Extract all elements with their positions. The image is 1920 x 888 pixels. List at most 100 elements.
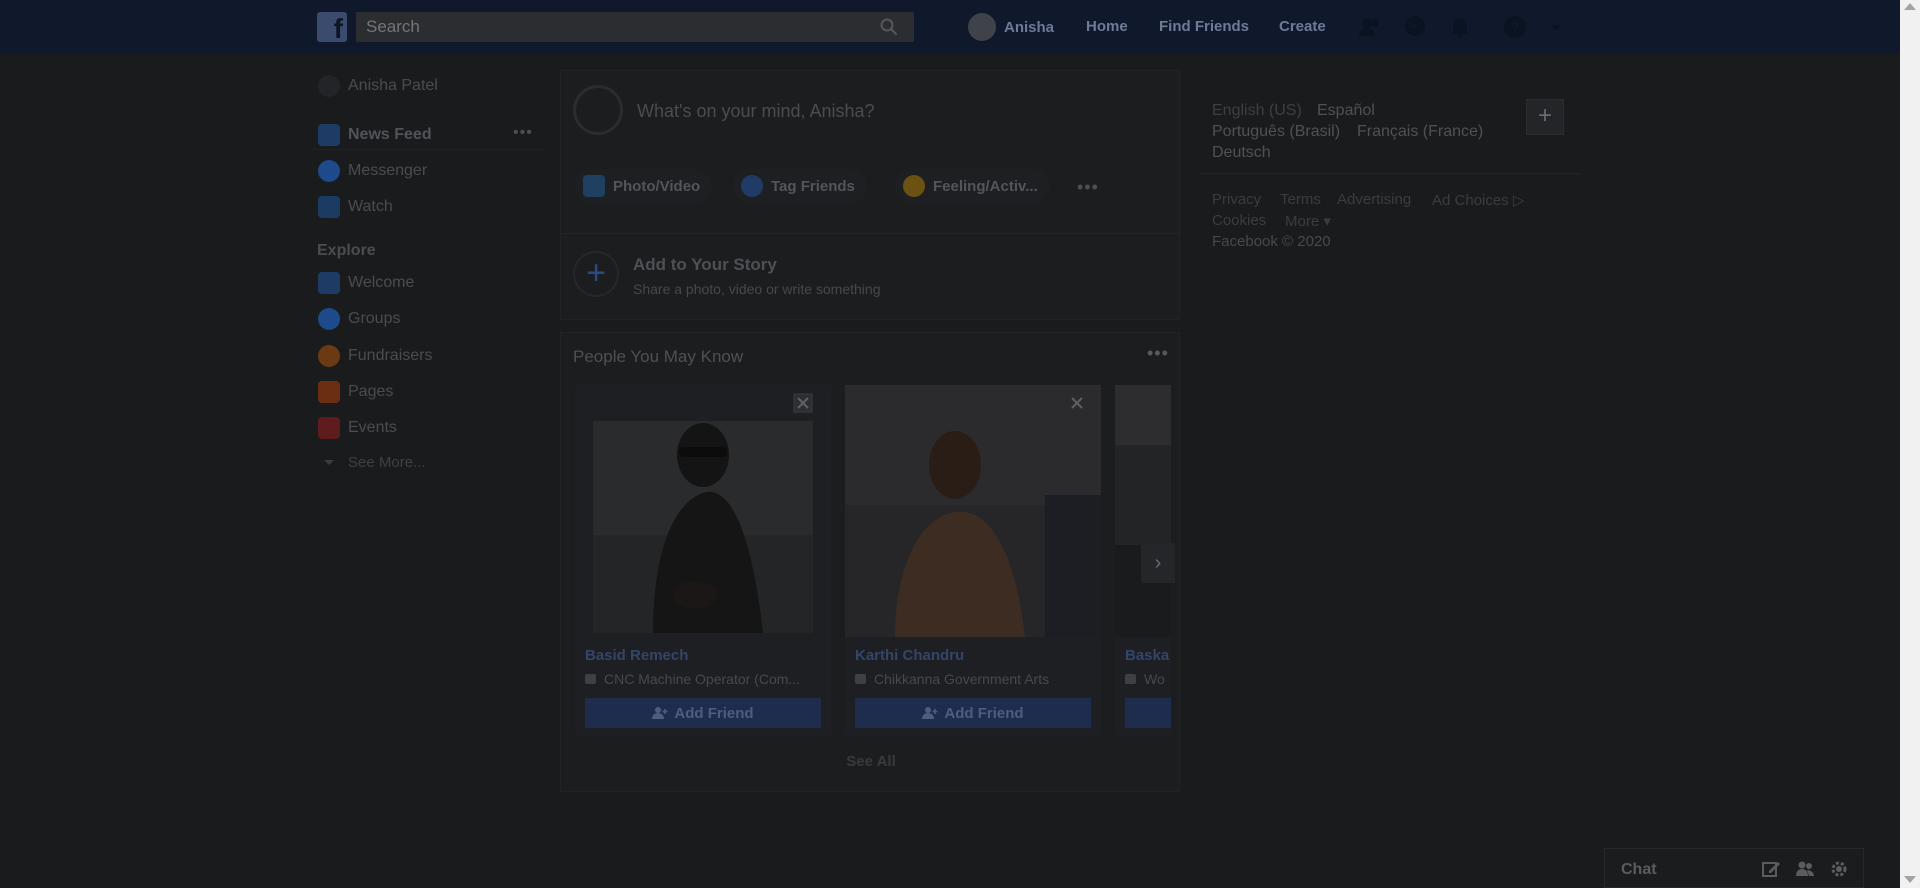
- chat-settings-gear-icon[interactable]: [1829, 859, 1849, 879]
- language-link-portugues[interactable]: Português (Brasil): [1212, 123, 1340, 141]
- create-link[interactable]: Create: [1279, 18, 1326, 35]
- sidebar-item-label: Events: [348, 419, 397, 436]
- feeling-activity-label: Feeling/Activ...: [933, 177, 1038, 195]
- sidebar-item-see-more[interactable]: See More...: [318, 450, 426, 474]
- person-photo[interactable]: [575, 385, 831, 637]
- sidebar-item-events[interactable]: Events: [318, 416, 397, 440]
- sidebar-profile[interactable]: Anisha Patel: [318, 74, 438, 98]
- person-card: Basid Remech CNC Machine Operator (Com..…: [575, 385, 831, 735]
- chat-label: Chat: [1621, 861, 1657, 878]
- sidebar-item-fundraisers[interactable]: Fundraisers: [318, 344, 432, 368]
- story-subtitle: Share a photo, video or write something: [633, 281, 881, 297]
- person-work: CNC Machine Operator (Com...: [585, 671, 800, 687]
- new-message-compose-icon[interactable]: [1761, 859, 1781, 879]
- language-link-espanol[interactable]: Español: [1317, 102, 1375, 120]
- chat-bar[interactable]: Chat: [1604, 848, 1864, 888]
- footer-advertising-link[interactable]: Advertising: [1337, 191, 1411, 208]
- photo-icon: [583, 175, 605, 197]
- feeling-activity-button[interactable]: Feeling/Activ...: [895, 169, 1050, 203]
- pymk-more-icon[interactable]: •••: [1147, 343, 1169, 364]
- person-photo[interactable]: [1115, 385, 1171, 637]
- person-card: Karthi Chandru Chikkanna Government Arts…: [845, 385, 1101, 735]
- groups-icon: [318, 308, 340, 330]
- news-feed-more-icon[interactable]: •••: [513, 124, 533, 142]
- footer-adchoices-link[interactable]: Ad Choices ▷: [1432, 191, 1524, 209]
- pages-flag-icon: [318, 381, 340, 403]
- person-work-text: Chikkanna Government Arts: [874, 671, 1050, 687]
- status-input[interactable]: What's on your mind, Anisha?: [637, 101, 875, 122]
- help-icon[interactable]: ?: [1502, 14, 1528, 40]
- story-title[interactable]: Add to Your Story: [633, 255, 777, 275]
- person-name[interactable]: Basid Remech: [585, 647, 688, 664]
- carousel-next-chevron-right-icon[interactable]: ›: [1141, 543, 1175, 583]
- avatar: [968, 13, 996, 41]
- school-icon: [855, 674, 866, 684]
- sidebar-profile-name: Anisha Patel: [348, 77, 438, 94]
- sidebar-item-welcome[interactable]: Welcome: [318, 271, 414, 295]
- composer-card: What's on your mind, Anisha? Photo/Video…: [560, 70, 1181, 320]
- sidebar-item-messenger[interactable]: Messenger: [318, 159, 427, 183]
- add-friend-icon: [922, 707, 938, 719]
- close-icon[interactable]: [793, 393, 813, 413]
- language-link-francais[interactable]: Français (France): [1357, 123, 1483, 141]
- home-link[interactable]: Home: [1086, 18, 1128, 35]
- sidebar-item-news-feed[interactable]: News Feed: [318, 123, 432, 147]
- scroll-up-arrow-icon[interactable]: [1904, 3, 1916, 10]
- account-menu-chevron-down-icon[interactable]: [1548, 14, 1564, 40]
- friend-requests-icon[interactable]: [1357, 14, 1383, 40]
- add-story-plus-icon[interactable]: +: [573, 251, 619, 297]
- watch-icon: [318, 196, 340, 218]
- avatar: [573, 85, 623, 135]
- messenger-icon[interactable]: [1402, 14, 1428, 40]
- person-name[interactable]: Karthi Chandru: [855, 647, 964, 664]
- profile-name: Anisha: [1004, 18, 1055, 36]
- create-group-icon[interactable]: [1795, 859, 1815, 879]
- find-friends-link[interactable]: Find Friends: [1159, 18, 1249, 35]
- add-friend-button[interactable]: [1125, 698, 1171, 728]
- close-icon[interactable]: [1067, 393, 1087, 413]
- notifications-bell-icon[interactable]: [1447, 14, 1473, 40]
- tag-friends-label: Tag Friends: [771, 177, 855, 195]
- person-work: Wo: [1125, 671, 1165, 687]
- profile-link[interactable]: Anisha: [968, 12, 1054, 42]
- sidebar-item-watch[interactable]: Watch: [318, 195, 393, 219]
- tag-friends-icon: [741, 175, 763, 197]
- see-all-link[interactable]: See All: [561, 753, 1181, 770]
- facebook-logo-icon[interactable]: f: [317, 12, 347, 44]
- composer-more-icon[interactable]: •••: [1077, 177, 1099, 198]
- scroll-down-arrow-icon[interactable]: [1904, 876, 1916, 883]
- sidebar-item-label: Pages: [348, 383, 394, 400]
- copyright: Facebook © 2020: [1212, 233, 1331, 250]
- language-current: English (US): [1212, 102, 1302, 119]
- tag-friends-button[interactable]: Tag Friends: [733, 169, 867, 203]
- language-link-deutsch[interactable]: Deutsch: [1212, 144, 1271, 162]
- sidebar-item-pages[interactable]: Pages: [318, 380, 393, 404]
- person-work-text: Wo: [1144, 671, 1165, 687]
- more-label: More: [1285, 213, 1320, 230]
- add-friend-button[interactable]: Add Friend: [855, 698, 1091, 728]
- footer-more-link[interactable]: More ▾: [1285, 212, 1331, 230]
- footer-terms-link[interactable]: Terms: [1280, 191, 1321, 208]
- explore-heading: Explore: [317, 242, 376, 259]
- sidebar-item-groups[interactable]: Groups: [318, 307, 400, 331]
- search-icon[interactable]: [880, 18, 898, 36]
- search-input[interactable]: [356, 12, 876, 42]
- sidebar-item-label: Groups: [348, 310, 401, 327]
- person-photo[interactable]: [845, 385, 1101, 637]
- search-box: [356, 12, 914, 42]
- news-feed-icon: [318, 124, 340, 146]
- avatar: [318, 75, 340, 97]
- photo-video-button[interactable]: Photo/Video: [575, 169, 713, 203]
- add-language-plus-icon[interactable]: +: [1526, 99, 1564, 135]
- photo-video-label: Photo/Video: [613, 177, 701, 195]
- person-name[interactable]: Baska: [1125, 647, 1169, 664]
- scrollbar[interactable]: [1900, 0, 1920, 888]
- add-friend-button[interactable]: Add Friend: [585, 698, 821, 728]
- page: f Anisha Home Find Friends Create ?: [0, 0, 1920, 888]
- footer-cookies-link[interactable]: Cookies: [1212, 212, 1266, 229]
- svg-text:?: ?: [1511, 19, 1520, 35]
- briefcase-icon: [585, 674, 596, 684]
- sidebar-item-label: Welcome: [348, 274, 415, 291]
- feeling-emoji-icon: [903, 175, 925, 197]
- footer-privacy-link[interactable]: Privacy: [1212, 191, 1261, 208]
